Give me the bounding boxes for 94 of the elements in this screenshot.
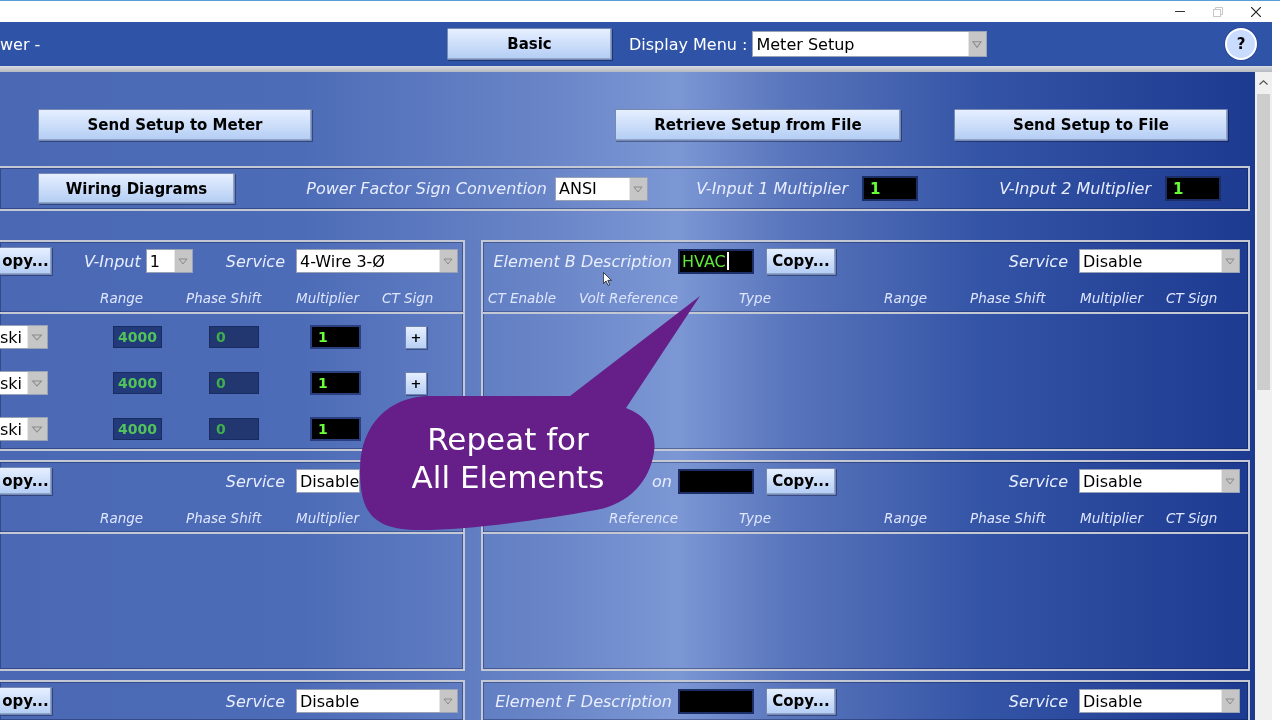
column-header: Range — [100, 290, 144, 306]
power-factor-label: Power Factor Sign Convention — [306, 179, 547, 198]
service-label: Service — [1008, 251, 1068, 271]
description-field[interactable] — [678, 688, 754, 714]
mode-button[interactable]: Basic — [447, 28, 612, 60]
service-dropdown[interactable]: Disable — [1079, 469, 1240, 493]
column-header: Multiplier — [296, 510, 359, 526]
wiring-diagrams-button[interactable]: Wiring Diagrams — [38, 173, 235, 204]
service-dropdown[interactable]: Disable — [1079, 249, 1240, 273]
phase-shift-field: 0 — [209, 326, 259, 348]
service-dropdown[interactable]: 4-Wire 3-Ø — [296, 249, 458, 273]
column-header: Type — [739, 290, 771, 306]
ct-sign-button[interactable]: + — [405, 325, 427, 349]
column-header: Reference — [609, 510, 678, 526]
copy-button[interactable]: opy... — [0, 467, 52, 495]
phase-shift-field: 0 — [209, 418, 259, 440]
caret-down-icon[interactable] — [968, 32, 987, 56]
action-button[interactable]: Send Setup to File — [954, 109, 1228, 141]
copy-button[interactable]: opy... — [0, 247, 52, 275]
type-dropdown[interactable]: ski — [0, 371, 48, 395]
caret-down-icon[interactable] — [27, 326, 47, 348]
column-header: CT Sign — [1166, 290, 1218, 306]
multiplier-field[interactable]: 1 — [310, 325, 361, 349]
copy-button[interactable]: Copy... — [766, 247, 836, 275]
column-header: Phase Shift — [970, 290, 1046, 306]
display-menu-label: Display Menu : — [629, 34, 748, 54]
service-label: Service — [225, 691, 285, 711]
service-label: Service — [225, 471, 285, 491]
service-label: Service — [1008, 691, 1068, 711]
column-header: Multiplier — [1080, 290, 1143, 306]
caret-down-icon[interactable] — [439, 690, 457, 712]
column-header: Multiplier — [1080, 510, 1143, 526]
description-field[interactable]: HVAC — [678, 248, 754, 274]
range-field: 4000 — [113, 418, 162, 440]
text-caret-icon — [726, 252, 729, 270]
v-input-label: V-Input — [84, 251, 141, 271]
mouse-pointer-icon — [603, 272, 612, 286]
multiplier-label: V-Input 1 Multiplier — [696, 179, 848, 198]
description-label: on — [652, 471, 672, 491]
action-button[interactable]: Retrieve Setup from File — [615, 109, 901, 141]
column-header: CT Enable — [488, 290, 556, 306]
column-header: Volt Reference — [579, 290, 678, 306]
column-header: Phase Shift — [970, 510, 1046, 526]
column-header: CT Sign — [382, 290, 434, 306]
multiplier-label: V-Input 2 Multiplier — [999, 179, 1151, 198]
caret-down-icon[interactable] — [173, 250, 192, 272]
caret-down-icon[interactable] — [439, 250, 457, 272]
copy-button[interactable]: Copy... — [766, 687, 836, 715]
column-header: Range — [884, 510, 928, 526]
ct-sign-button[interactable]: + — [405, 371, 427, 395]
multiplier-field[interactable]: 1 — [862, 176, 918, 201]
type-dropdown[interactable]: ski — [0, 325, 48, 349]
column-header: Range — [884, 290, 928, 306]
multiplier-field[interactable]: 1 — [310, 371, 361, 395]
caret-down-icon[interactable] — [1221, 470, 1239, 492]
multiplier-field[interactable]: 1 — [310, 417, 361, 441]
description-field[interactable] — [678, 468, 754, 494]
caret-down-icon[interactable] — [1221, 690, 1239, 712]
column-header: Type — [739, 510, 771, 526]
copy-button[interactable]: opy... — [0, 687, 52, 715]
action-button[interactable]: Send Setup to Meter — [38, 109, 312, 141]
header-title: wer - — [0, 34, 41, 54]
copy-button[interactable]: Copy... — [766, 467, 836, 495]
chevron-up-icon[interactable] — [1259, 80, 1268, 85]
service-label: Service — [1008, 471, 1068, 491]
v-input-dropdown[interactable]: 1 — [145, 249, 193, 273]
caret-down-icon[interactable] — [27, 418, 47, 440]
service-dropdown[interactable]: Disable — [1079, 689, 1240, 713]
description-label: Element F Description — [495, 691, 672, 711]
service-dropdown[interactable]: Disable — [296, 689, 458, 713]
multiplier-field[interactable]: 1 — [1165, 176, 1221, 201]
range-field: 4000 — [113, 326, 162, 348]
column-header: Multiplier — [296, 290, 359, 306]
service-label: Service — [225, 251, 285, 271]
power-factor-dropdown[interactable]: ANSI — [555, 176, 648, 201]
phase-shift-field: 0 — [209, 372, 259, 394]
callout-text: Repeat for All Elements — [410, 420, 606, 496]
scrollbar[interactable] — [1255, 72, 1272, 720]
column-header: Range — [100, 510, 144, 526]
help-button[interactable]: ? — [1225, 28, 1257, 60]
type-dropdown[interactable]: ski — [0, 417, 48, 441]
scrollbar-thumb[interactable] — [1257, 94, 1270, 390]
display-menu-dropdown[interactable]: Meter Setup — [752, 31, 988, 57]
restore-icon[interactable] — [1213, 6, 1223, 17]
close-icon[interactable] — [1251, 6, 1261, 17]
service-dropdown[interactable]: Disable — [296, 469, 360, 493]
range-field: 4000 — [113, 372, 162, 394]
caret-down-icon[interactable] — [1221, 250, 1239, 272]
column-header: CT Sign — [1166, 510, 1218, 526]
column-header: Phase Shift — [186, 290, 262, 306]
description-label: Element B Description — [493, 251, 672, 271]
caret-down-icon[interactable] — [629, 177, 647, 200]
column-header: Phase Shift — [186, 510, 262, 526]
caret-down-icon[interactable] — [27, 372, 47, 394]
